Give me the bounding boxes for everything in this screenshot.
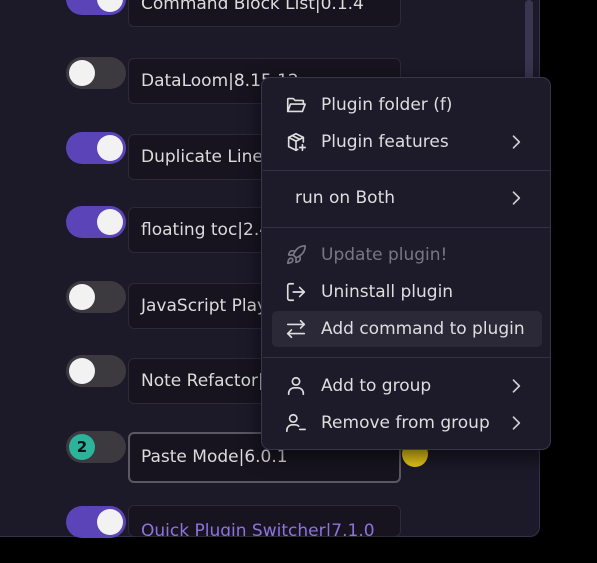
- plugin-toggle[interactable]: 2: [66, 431, 126, 463]
- plugin-toggle[interactable]: [66, 0, 126, 15]
- chevron-right-icon: [512, 379, 521, 393]
- log-out-icon: [285, 281, 307, 303]
- plugin-toggle[interactable]: [66, 57, 126, 89]
- menu-separator: [263, 227, 551, 228]
- rocket-icon: [285, 244, 307, 266]
- menu-item-label: Plugin features: [321, 132, 449, 152]
- user-icon: [285, 375, 307, 397]
- menu-item-label: Plugin folder (f): [321, 95, 453, 115]
- menu-item-uninstall-plugin[interactable]: Uninstall plugin: [272, 274, 542, 310]
- menu-item-run-on[interactable]: run on Both: [272, 180, 542, 216]
- package-plus-icon: [285, 131, 307, 153]
- plugin-row: Quick Plugin Switcher|7.1.0: [0, 505, 540, 549]
- toggle-knob: [97, 209, 123, 235]
- menu-item-label: Remove from group: [321, 413, 490, 433]
- menu-item-label: Add command to plugin: [321, 319, 525, 339]
- menu-item-label: Uninstall plugin: [321, 282, 454, 302]
- chevron-right-icon: [512, 416, 521, 430]
- toggle-knob: [97, 509, 123, 535]
- plugin-name-field[interactable]: Command Block List|0.1.4: [128, 0, 401, 27]
- menu-item-label: run on Both: [295, 188, 396, 208]
- menu-item-remove-from-group[interactable]: Remove from group: [272, 405, 542, 441]
- menu-item-label: Update plugin!: [321, 245, 448, 265]
- user-minus-icon: [285, 412, 307, 434]
- toggle-knob: [69, 284, 95, 310]
- plugin-toggle[interactable]: [66, 355, 126, 387]
- plugin-toggle[interactable]: [66, 206, 126, 238]
- toggle-knob: [69, 60, 95, 86]
- menu-item-add-to-group[interactable]: Add to group: [272, 368, 542, 404]
- menu-item-plugin-features[interactable]: Plugin features: [272, 124, 542, 160]
- group-badge: 2: [69, 434, 95, 460]
- plugin-toggle[interactable]: [66, 506, 126, 538]
- toggle-knob: [69, 358, 95, 384]
- folder-open-icon: [285, 94, 307, 116]
- chevron-right-icon: [512, 135, 521, 149]
- menu-separator: [263, 170, 551, 171]
- toggle-knob: [97, 135, 123, 161]
- menu-item-plugin-folder[interactable]: Plugin folder (f): [272, 87, 542, 123]
- plugin-toggle[interactable]: [66, 281, 126, 313]
- arrow-left-right-icon: [285, 318, 307, 340]
- menu-separator: [263, 357, 551, 358]
- plugin-name-field[interactable]: Quick Plugin Switcher|7.1.0: [128, 505, 401, 537]
- plugin-toggle[interactable]: [66, 132, 126, 164]
- menu-item-add-command[interactable]: Add command to plugin: [272, 311, 542, 347]
- context-menu: Plugin folder (f) Plugin features run on…: [261, 77, 551, 450]
- menu-item-update-plugin[interactable]: Update plugin!: [272, 237, 542, 273]
- toggle-knob: [97, 0, 123, 12]
- menu-item-label: Add to group: [321, 376, 432, 396]
- plugin-row: Command Block List|0.1.4: [0, 0, 540, 27]
- chevron-right-icon: [512, 191, 521, 205]
